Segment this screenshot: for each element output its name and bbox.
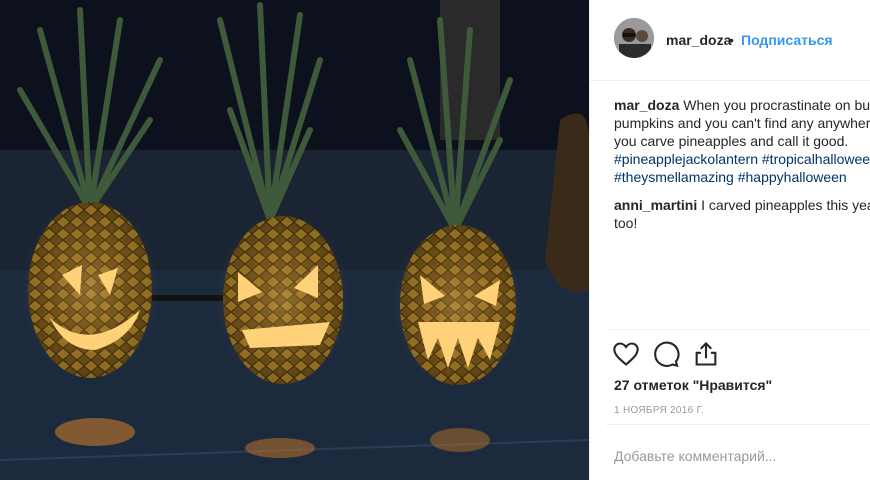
post-photo[interactable] — [0, 0, 589, 480]
divider — [606, 329, 870, 330]
post-side-panel: mar_doza • Подписаться mar_doza When you… — [589, 0, 870, 480]
caption-text-line: When you procrastinate on buy — [683, 97, 870, 113]
hashtag-links[interactable]: #theysmellamazing #happyhalloween — [614, 168, 870, 186]
comment-item: anni_martini I carved pineapples this ye… — [614, 196, 870, 232]
comment-text-line: I carved pineapples this year — [701, 197, 870, 213]
caption-text-line: pumpkins and you can't find any anywhere — [614, 115, 870, 131]
caption-username-link[interactable]: mar_doza — [614, 97, 679, 113]
caption: mar_doza When you procrastinate on buy p… — [614, 96, 870, 186]
divider — [606, 424, 870, 425]
caption-text-line: you carve pineapples and call it good. — [614, 133, 849, 149]
hashtag-links[interactable]: #pineapplejackolantern #tropicalhallowee — [614, 150, 870, 168]
likes-count[interactable]: 27 отметок "Нравится" — [614, 377, 772, 393]
post-date[interactable]: 1 НОЯБРЯ 2016 Г. — [614, 405, 704, 416]
comment-text-line: too! — [614, 215, 638, 231]
header-username-link[interactable]: mar_doza — [666, 32, 731, 48]
share-icon[interactable] — [692, 340, 720, 368]
follow-button[interactable]: Подписаться — [741, 32, 833, 48]
comment-icon[interactable] — [652, 340, 680, 368]
add-comment-area — [614, 448, 854, 464]
add-comment-input[interactable] — [614, 448, 854, 464]
post-header: mar_doza • Подписаться — [590, 0, 870, 81]
separator-dot: • — [729, 32, 734, 48]
heart-icon[interactable] — [612, 340, 640, 368]
comment-username-link[interactable]: anni_martini — [614, 197, 697, 213]
avatar[interactable] — [614, 18, 654, 58]
comments-list: mar_doza When you procrastinate on buy p… — [614, 96, 870, 232]
pineapple-jack-o-lanterns-image — [0, 0, 589, 480]
